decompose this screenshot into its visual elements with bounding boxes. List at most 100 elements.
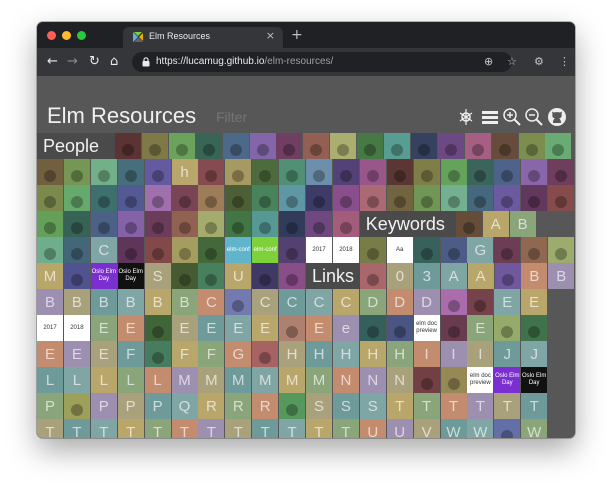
keyword-tile[interactable]: R (198, 393, 225, 419)
keyword-tile[interactable]: S (144, 263, 171, 289)
keyword-tile[interactable]: W (440, 419, 467, 438)
person-avatar[interactable] (195, 133, 222, 159)
keyword-tile[interactable]: H (306, 341, 332, 367)
keyword-tile[interactable]: C (279, 289, 306, 315)
keyword-tile[interactable]: J (521, 341, 548, 367)
keyword-tile[interactable]: E (90, 315, 117, 341)
person-avatar[interactable] (518, 133, 545, 159)
keyword-tile[interactable]: B (509, 211, 536, 237)
keyword-tile[interactable]: T (171, 419, 198, 438)
keyword-tile[interactable]: T (37, 419, 63, 438)
keyword-tile[interactable]: B (171, 289, 198, 315)
person-avatar[interactable] (90, 185, 117, 211)
back-button[interactable]: ← (47, 53, 58, 71)
keyword-tile[interactable]: Q (171, 393, 198, 419)
keyword-tile[interactable]: E (225, 315, 252, 341)
person-avatar[interactable] (386, 185, 413, 211)
keyword-tile[interactable]: S (306, 393, 332, 419)
link-thumbnail[interactable] (494, 419, 521, 438)
link-thumbnail[interactable] (225, 289, 252, 315)
person-avatar[interactable] (303, 133, 330, 159)
keyword-tile[interactable]: L (37, 367, 63, 393)
person-avatar[interactable] (440, 159, 467, 185)
link-thumbnail[interactable] (252, 341, 279, 367)
address-bar[interactable]: https://lucamug.github.io/elm-resources/ (132, 52, 512, 72)
link-thumbnail[interactable] (144, 237, 171, 263)
keyword-tile[interactable]: M (198, 367, 225, 393)
keyword-tile[interactable]: T (521, 393, 548, 419)
person-avatar[interactable] (225, 211, 252, 237)
keyword-tile[interactable]: F (117, 341, 144, 367)
person-avatar[interactable] (171, 211, 198, 237)
person-avatar[interactable] (198, 185, 225, 211)
close-window-button[interactable] (47, 31, 56, 40)
person-avatar[interactable] (306, 185, 332, 211)
keyword-tile[interactable]: B (521, 263, 548, 289)
person-avatar[interactable] (330, 133, 357, 159)
link-thumbnail[interactable] (494, 263, 521, 289)
person-avatar[interactable] (440, 185, 467, 211)
link-thumbnail[interactable] (440, 289, 467, 315)
link-thumbnail[interactable] (440, 367, 467, 393)
elm-doc-preview-logo[interactable]: elm doc preview (413, 315, 440, 341)
person-avatar[interactable] (198, 159, 225, 185)
person-avatar[interactable] (467, 159, 494, 185)
zoom-icon[interactable]: ⊕ (484, 54, 493, 70)
person-avatar[interactable] (63, 185, 90, 211)
browser-tab[interactable]: Elm Resources × (123, 27, 283, 48)
year-badge[interactable]: 2017 (306, 237, 332, 263)
year-badge[interactable]: 2018 (63, 315, 90, 341)
keyword-tile[interactable]: F (171, 341, 198, 367)
person-avatar[interactable] (545, 133, 572, 159)
oslo-elm-day-logo[interactable]: Oslo Elm Day (494, 367, 521, 393)
keyword-tile[interactable]: S (359, 393, 386, 419)
keyword-tile[interactable]: U (359, 419, 386, 438)
person-avatar[interactable] (332, 159, 359, 185)
keyword-tile[interactable]: T (252, 419, 279, 438)
typography-logo[interactable]: Aa (386, 237, 413, 263)
person-avatar[interactable] (37, 159, 63, 185)
person-avatar[interactable] (90, 159, 117, 185)
person-avatar[interactable] (491, 133, 518, 159)
keyword-tile[interactable]: B (37, 289, 63, 315)
link-thumbnail[interactable] (279, 263, 306, 289)
keyword-tile[interactable]: N (386, 367, 413, 393)
keyword-tile[interactable]: I (440, 341, 467, 367)
keyword-tile[interactable]: J (494, 341, 521, 367)
person-avatar[interactable] (384, 133, 410, 159)
person-avatar[interactable] (279, 211, 306, 237)
link-thumbnail[interactable] (359, 315, 386, 341)
person-avatar[interactable] (359, 185, 386, 211)
link-thumbnail[interactable] (440, 315, 467, 341)
link-thumbnail[interactable] (252, 263, 279, 289)
keyword-tile[interactable]: H (386, 341, 413, 367)
filter-input[interactable] (214, 107, 298, 127)
keyword-tile[interactable]: E (252, 315, 279, 341)
keyword-tile[interactable]: W (521, 419, 548, 438)
bookmark-star-icon[interactable]: ☆ (507, 54, 517, 70)
keyword-tile[interactable]: T (90, 419, 117, 438)
person-avatar[interactable] (198, 211, 225, 237)
forward-button[interactable]: → (67, 53, 78, 71)
person-avatar[interactable] (437, 133, 464, 159)
person-avatar[interactable] (252, 159, 279, 185)
link-thumbnail[interactable] (360, 263, 386, 289)
person-avatar[interactable] (455, 211, 482, 237)
person-avatar[interactable] (168, 133, 195, 159)
person-avatar[interactable] (115, 133, 141, 159)
link-thumbnail[interactable] (63, 263, 90, 289)
link-thumbnail[interactable] (359, 237, 386, 263)
person-avatar[interactable] (222, 133, 249, 159)
person-avatar[interactable] (225, 185, 252, 211)
minimize-window-button[interactable] (62, 31, 71, 40)
keyword-tile[interactable]: L (144, 367, 171, 393)
person-avatar[interactable] (306, 159, 332, 185)
maximize-window-button[interactable] (77, 31, 86, 40)
link-thumbnail[interactable] (413, 367, 440, 393)
person-avatar[interactable] (117, 185, 144, 211)
link-thumbnail[interactable] (63, 237, 90, 263)
link-thumbnail[interactable] (63, 393, 90, 419)
keyword-tile[interactable]: B (90, 289, 117, 315)
keyword-tile[interactable]: E (521, 289, 548, 315)
link-thumbnail[interactable] (467, 289, 494, 315)
